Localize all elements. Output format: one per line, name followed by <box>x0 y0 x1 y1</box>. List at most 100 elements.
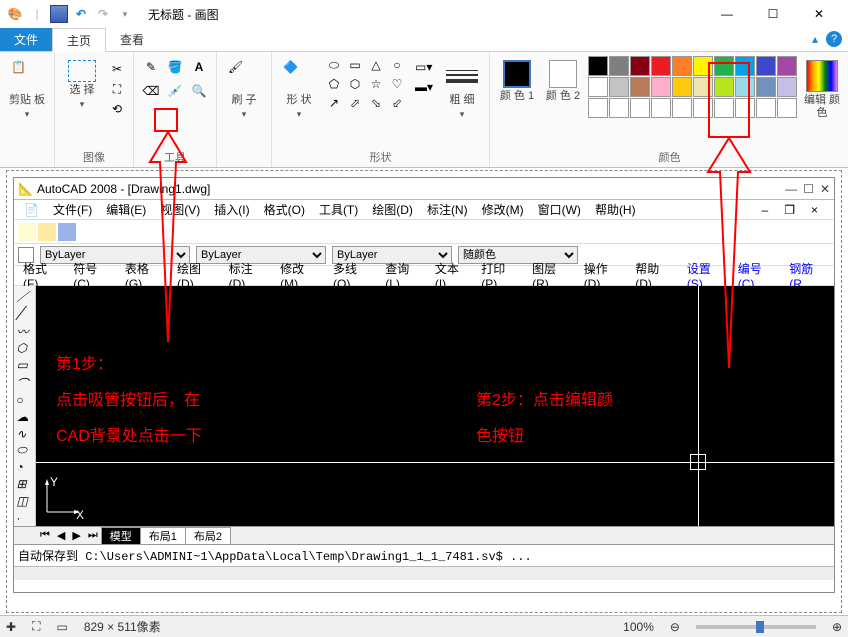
minimize-button[interactable]: — <box>704 0 750 28</box>
shape-outline-icon[interactable]: ▭▾ <box>415 60 437 78</box>
color-swatch[interactable] <box>756 56 776 76</box>
color-swatch[interactable] <box>672 77 692 97</box>
cad-mdi-min-icon[interactable]: – <box>756 203 775 217</box>
tab-view[interactable]: 查看 <box>106 28 158 51</box>
color-swatch-empty[interactable] <box>672 98 692 118</box>
tab-file[interactable]: 文件 <box>0 28 52 51</box>
cad-hscrollbar[interactable] <box>14 566 834 580</box>
block-icon[interactable]: ◫ <box>17 494 33 509</box>
tab-first-icon[interactable]: ⏮ <box>36 529 54 542</box>
color2-button[interactable]: 颜 色 2 <box>542 56 584 107</box>
color-swatch-empty[interactable] <box>651 98 671 118</box>
point-icon[interactable]: · <box>17 511 33 526</box>
zoom-in-button[interactable]: ⊕ <box>832 620 842 634</box>
color-swatch[interactable] <box>651 77 671 97</box>
shapes-button[interactable]: 🔷 形 状 ▾ <box>278 56 320 124</box>
tb-save-icon[interactable] <box>58 223 76 241</box>
tb-ssm-icon[interactable] <box>378 223 396 241</box>
zoom-slider[interactable] <box>696 625 816 629</box>
cad-menu-item[interactable]: 文件(F) <box>47 201 98 218</box>
tb-zoomwin-icon[interactable] <box>278 223 296 241</box>
cad-menu-item[interactable]: 工具(T) <box>313 201 364 218</box>
redo-icon[interactable]: ↷ <box>94 5 112 23</box>
xline-icon[interactable]: ╱ <box>17 306 33 321</box>
tb-mark-icon[interactable] <box>398 223 416 241</box>
ellipsearc-icon[interactable]: ◔ <box>17 460 33 475</box>
color-swatch[interactable] <box>777 56 797 76</box>
shapes-gallery[interactable]: ⬭▭△○ ⬠⬡☆♡ ↗⬀⬂⬃ <box>324 56 407 112</box>
zoom-out-button[interactable]: ⊖ <box>670 620 680 634</box>
arc-icon[interactable]: ⌒ <box>17 375 33 391</box>
tab-layout2[interactable]: 布局2 <box>185 527 231 544</box>
tb-props-icon[interactable] <box>318 223 336 241</box>
cad-close-icon[interactable]: ✕ <box>820 182 830 196</box>
qat-dropdown[interactable]: ▾ <box>116 5 134 23</box>
cad-menu-item[interactable]: 编辑(E) <box>100 201 152 218</box>
text-icon[interactable]: A <box>188 56 210 78</box>
tb-dc-icon[interactable] <box>338 223 356 241</box>
color-swatch[interactable] <box>609 77 629 97</box>
rotate-icon[interactable]: ⟲ <box>107 100 127 118</box>
rect-icon[interactable]: ▭ <box>17 358 33 373</box>
cad-mdi-close-icon[interactable]: × <box>805 203 824 217</box>
tab-last-icon[interactable]: ⏭ <box>84 529 102 542</box>
tb-zoom-icon[interactable] <box>258 223 276 241</box>
color-swatch[interactable] <box>588 56 608 76</box>
close-button[interactable]: ✕ <box>796 0 842 28</box>
ellipse-icon[interactable]: ⬭ <box>17 443 33 458</box>
undo-icon[interactable]: ↶ <box>72 5 90 23</box>
tb-zoomprev-icon[interactable] <box>298 223 316 241</box>
color-swatch[interactable] <box>630 56 650 76</box>
line-icon[interactable]: ／ <box>17 288 33 304</box>
tab-home[interactable]: 主页 <box>52 28 106 52</box>
fill-icon[interactable]: 🪣 <box>164 56 186 78</box>
cad-minimize-icon[interactable]: — <box>785 182 797 196</box>
color-swatch-empty[interactable] <box>756 98 776 118</box>
tb-help-icon[interactable] <box>438 223 456 241</box>
collapse-ribbon-icon[interactable]: ▴ <box>812 32 818 46</box>
cad-menu-item[interactable]: 修改(M) <box>476 201 530 218</box>
cad-mdi-restore-icon[interactable]: ❐ <box>778 203 801 217</box>
circle-icon[interactable]: ○ <box>17 393 33 408</box>
shape-fill-icon[interactable]: ▬▾ <box>415 80 437 98</box>
pline-icon[interactable]: 〰 <box>17 323 33 339</box>
cad-menu-item[interactable]: 绘图(D) <box>366 201 419 218</box>
maximize-button[interactable]: ☐ <box>750 0 796 28</box>
eraser-icon[interactable]: ⌫ <box>140 80 162 102</box>
cad-maximize-icon[interactable]: ☐ <box>803 182 814 196</box>
cad-menu-item[interactable]: 格式(O) <box>258 201 311 218</box>
tab-model[interactable]: 模型 <box>101 527 141 544</box>
tb-calc-icon[interactable] <box>418 223 436 241</box>
resize-icon[interactable]: ⛶ <box>107 80 127 98</box>
eyedropper-icon[interactable]: 💉 <box>164 80 186 102</box>
tb-open-icon[interactable] <box>38 223 56 241</box>
color-swatch-empty[interactable] <box>630 98 650 118</box>
brush-button[interactable]: 🖌 刷 子 ▾ <box>223 56 265 124</box>
tb-redo-icon[interactable] <box>218 223 236 241</box>
cad-menu-item[interactable]: 标注(N) <box>421 201 474 218</box>
crop-icon[interactable]: ✂ <box>107 60 127 78</box>
color-swatch[interactable] <box>588 77 608 97</box>
select-button[interactable]: 选 择 ▾ <box>61 56 103 114</box>
color-swatch[interactable] <box>777 77 797 97</box>
tab-prev-icon[interactable]: ◀ <box>53 529 69 542</box>
insert-icon[interactable]: ⊞ <box>17 477 33 492</box>
color-swatch[interactable] <box>609 56 629 76</box>
color-swatch[interactable] <box>756 77 776 97</box>
polygon-icon[interactable]: ⬡ <box>17 341 33 356</box>
color1-button[interactable]: 颜 色 1 <box>496 56 538 107</box>
thickness-button[interactable]: 粗 细 ▾ <box>441 56 483 124</box>
color-swatch[interactable] <box>630 77 650 97</box>
edit-colors-button[interactable]: 编辑 颜色 <box>801 56 843 124</box>
cad-menu-item[interactable]: 帮助(H) <box>589 201 642 218</box>
color-swatch[interactable] <box>672 56 692 76</box>
tb-print-icon[interactable] <box>78 223 96 241</box>
color-swatch[interactable] <box>651 56 671 76</box>
pencil-icon[interactable]: ✎ <box>140 56 162 78</box>
color-swatch-empty[interactable] <box>609 98 629 118</box>
tb-new-icon[interactable] <box>18 223 36 241</box>
magnifier-icon[interactable]: 🔍 <box>188 80 210 102</box>
color-swatch-empty[interactable] <box>588 98 608 118</box>
spline-icon[interactable]: ∿ <box>17 427 33 442</box>
revcloud-icon[interactable]: ☁ <box>17 410 33 425</box>
